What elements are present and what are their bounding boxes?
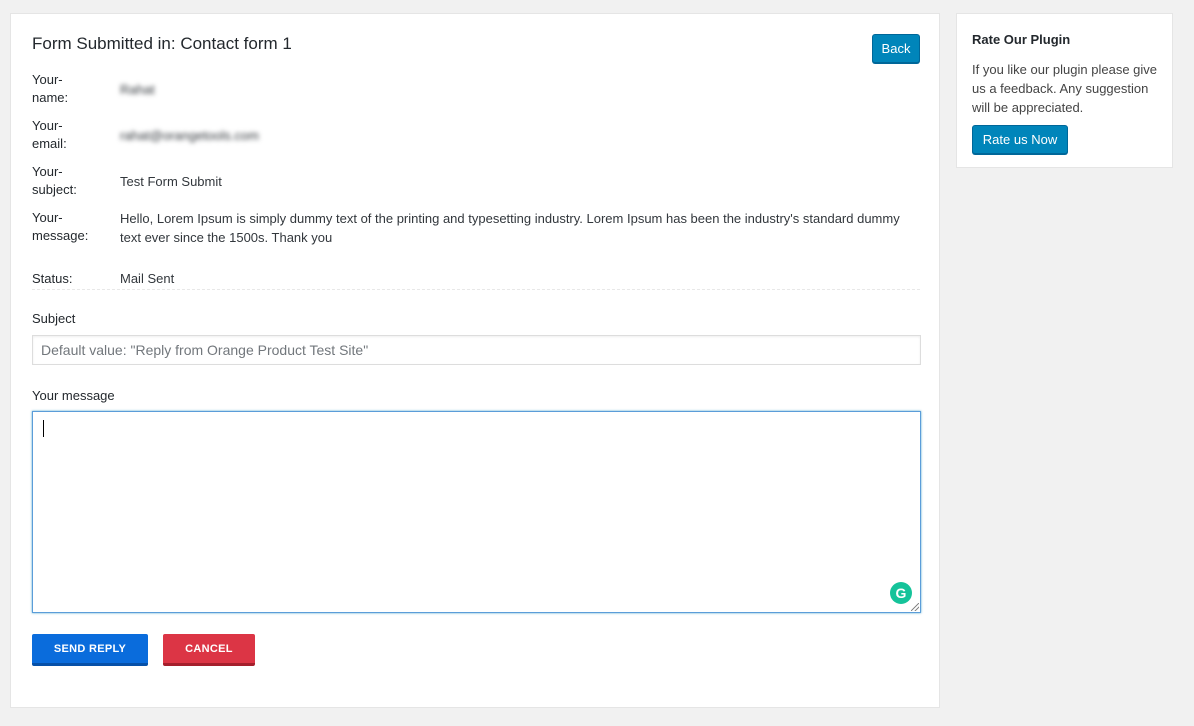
- rate-plugin-text: If you like our plugin please give us a …: [972, 62, 1158, 115]
- detail-value-subject: Test Form Submit: [120, 174, 222, 189]
- detail-label-line: subject:: [32, 182, 77, 197]
- detail-label: Your- subject:: [32, 163, 102, 199]
- detail-label: Your- name:: [32, 71, 102, 107]
- detail-label-line: name:: [32, 90, 69, 105]
- rate-plugin-panel: Rate Our Plugin If you like our plugin p…: [956, 13, 1173, 168]
- divider: [32, 289, 920, 290]
- message-label: Your message: [32, 388, 115, 403]
- detail-label: Your- email:: [32, 117, 102, 153]
- subject-label: Subject: [32, 311, 76, 326]
- back-button[interactable]: Back: [872, 34, 920, 63]
- send-reply-button[interactable]: SEND REPLY: [32, 634, 148, 666]
- detail-label-line: Your-: [32, 164, 63, 179]
- detail-label-line: email:: [32, 136, 67, 151]
- cancel-button[interactable]: CANCEL: [163, 634, 255, 666]
- detail-label-line: Your-: [32, 210, 63, 225]
- detail-value-name: Rahat: [120, 82, 155, 97]
- message-textarea[interactable]: G: [32, 411, 921, 613]
- submission-panel: Form Submitted in: Contact form 1 Back Y…: [10, 13, 940, 708]
- detail-label-line: Your-: [32, 72, 63, 87]
- detail-label-line: message:: [32, 228, 89, 243]
- rate-us-now-button[interactable]: Rate us Now: [972, 125, 1068, 154]
- subject-input[interactable]: [32, 335, 921, 365]
- rate-plugin-title: Rate Our Plugin: [972, 32, 1071, 47]
- resize-handle-icon[interactable]: [911, 603, 919, 611]
- detail-value-email: rahat@orangetools.com: [120, 128, 259, 143]
- detail-label-line: Status:: [32, 271, 73, 286]
- detail-label: Your- message:: [32, 209, 102, 245]
- text-caret: [43, 420, 44, 437]
- grammarly-icon[interactable]: G: [890, 582, 912, 604]
- page-title: Form Submitted in: Contact form 1: [32, 34, 292, 53]
- detail-label: Status:: [32, 270, 102, 288]
- detail-label-line: Your-: [32, 118, 63, 133]
- detail-value-message: Hello, Lorem Ipsum is simply dummy text …: [120, 211, 900, 245]
- detail-value-status: Mail Sent: [120, 271, 175, 286]
